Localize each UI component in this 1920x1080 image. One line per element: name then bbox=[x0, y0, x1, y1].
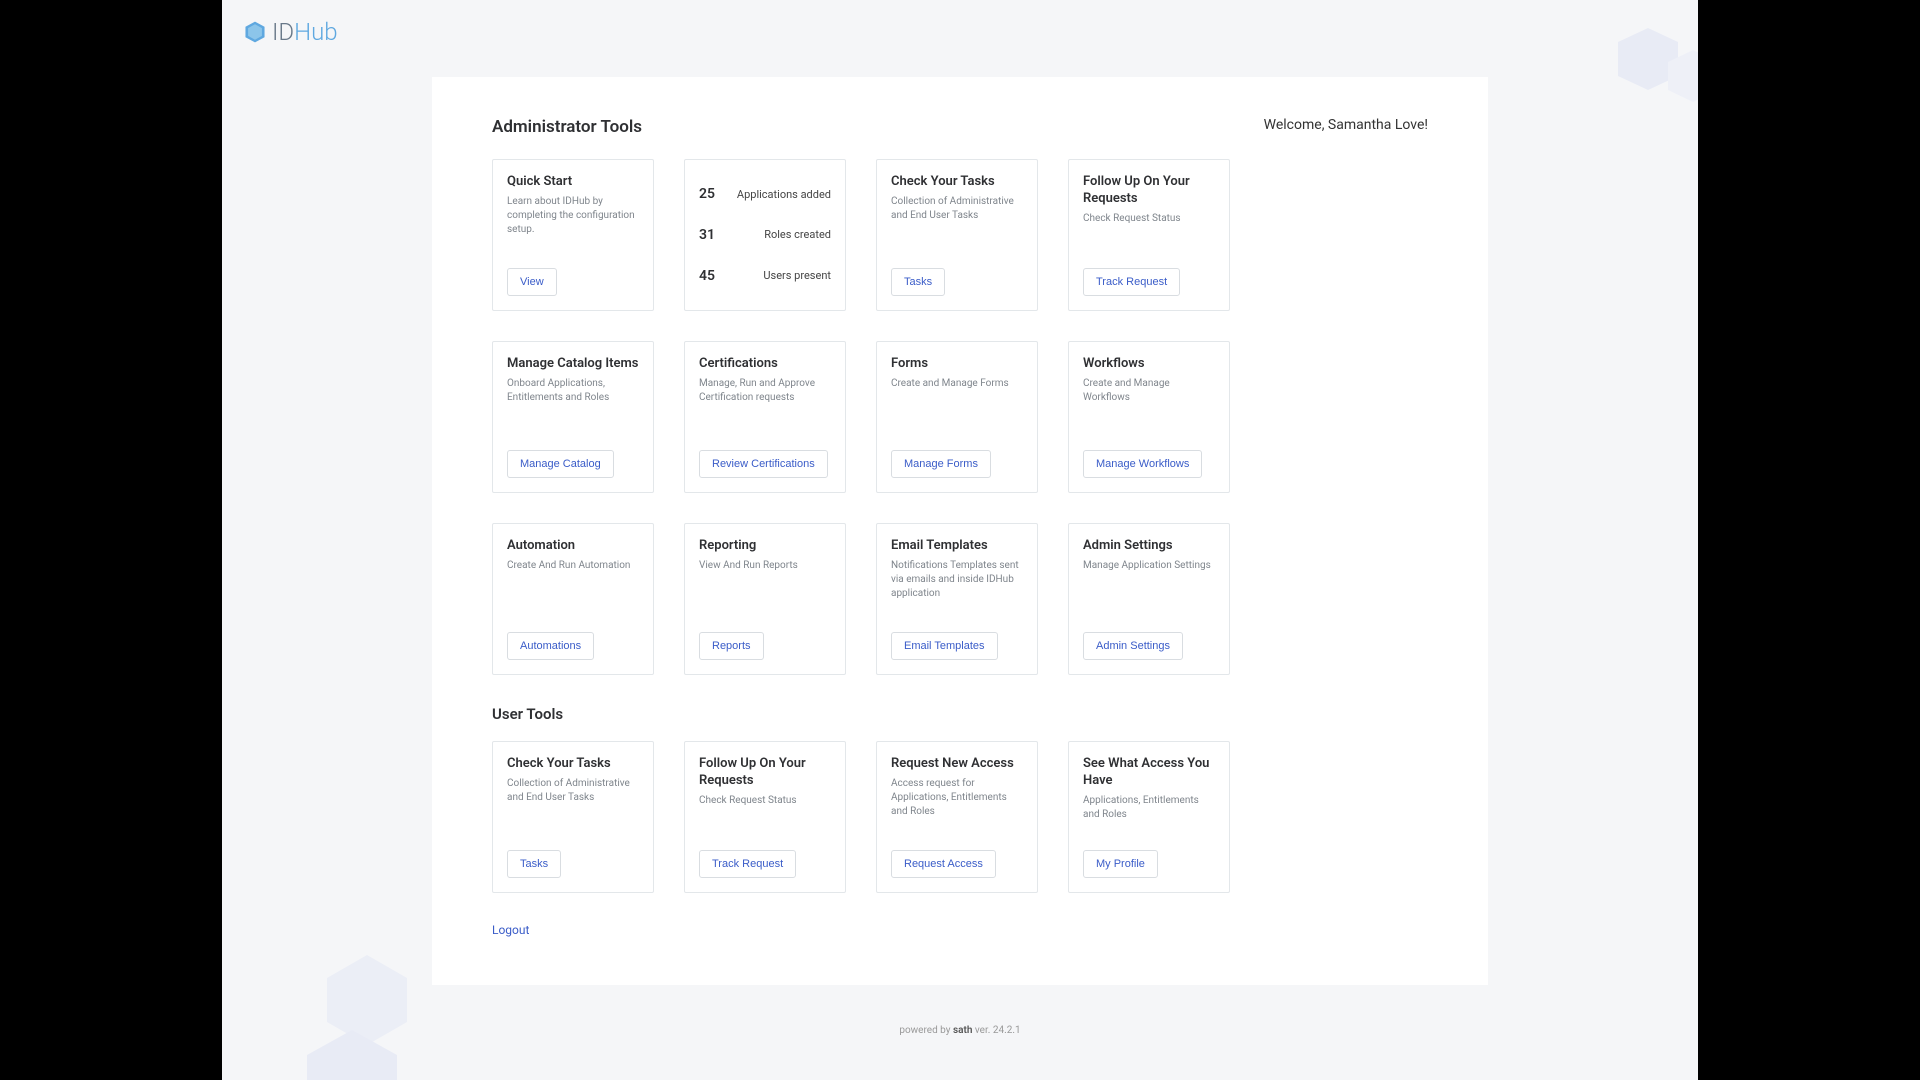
automation-card: Automation Create And Run Automation Aut… bbox=[492, 523, 654, 675]
welcome-text: Welcome, Samantha Love! bbox=[1264, 117, 1428, 133]
tasks-button[interactable]: Tasks bbox=[891, 268, 945, 296]
user-check-tasks-card: Check Your Tasks Collection of Administr… bbox=[492, 741, 654, 893]
card-desc: View And Run Reports bbox=[699, 559, 831, 624]
workflows-card: Workflows Create and Manage Workflows Ma… bbox=[1068, 341, 1230, 493]
admin-cards-grid: Quick Start Learn about IDHub by complet… bbox=[492, 159, 1428, 675]
card-title: Quick Start bbox=[507, 174, 639, 191]
request-access-card: Request New Access Access request for Ap… bbox=[876, 741, 1038, 893]
card-title: Certifications bbox=[699, 356, 831, 373]
card-desc: Manage Application Settings bbox=[1083, 559, 1215, 624]
card-desc: Create and Manage Workflows bbox=[1083, 377, 1215, 442]
footer-brand: sath bbox=[953, 1025, 972, 1036]
check-tasks-card: Check Your Tasks Collection of Administr… bbox=[876, 159, 1038, 311]
card-title: Request New Access bbox=[891, 756, 1023, 773]
card-title: Follow Up On Your Requests bbox=[1083, 174, 1215, 208]
card-desc: Learn about IDHub by completing the conf… bbox=[507, 195, 639, 260]
request-access-button[interactable]: Request Access bbox=[891, 850, 996, 878]
card-desc: Create and Manage Forms bbox=[891, 377, 1023, 442]
track-request-button[interactable]: Track Request bbox=[699, 850, 796, 878]
card-desc: Collection of Administrative and End Use… bbox=[507, 777, 639, 842]
card-title: Forms bbox=[891, 356, 1023, 373]
automations-button[interactable]: Automations bbox=[507, 632, 594, 660]
card-desc: Onboard Applications, Entitlements and R… bbox=[507, 377, 639, 442]
stat-label: Users present bbox=[763, 269, 831, 282]
reports-button[interactable]: Reports bbox=[699, 632, 764, 660]
logo: IDHub bbox=[242, 18, 338, 46]
user-follow-up-card: Follow Up On Your Requests Check Request… bbox=[684, 741, 846, 893]
stat-row: 31 Roles created bbox=[699, 227, 831, 243]
admin-settings-button[interactable]: Admin Settings bbox=[1083, 632, 1183, 660]
view-button[interactable]: View bbox=[507, 268, 557, 296]
card-title: Check Your Tasks bbox=[507, 756, 639, 773]
card-desc: Collection of Administrative and End Use… bbox=[891, 195, 1023, 260]
manage-workflows-button[interactable]: Manage Workflows bbox=[1083, 450, 1202, 478]
card-title: Workflows bbox=[1083, 356, 1215, 373]
page-title: Administrator Tools bbox=[492, 117, 642, 137]
email-templates-card: Email Templates Notifications Templates … bbox=[876, 523, 1038, 675]
stat-label: Roles created bbox=[764, 228, 831, 241]
card-desc: Access request for Applications, Entitle… bbox=[891, 777, 1023, 842]
card-desc: Create And Run Automation bbox=[507, 559, 639, 624]
stat-label: Applications added bbox=[737, 188, 831, 201]
user-tools-title: User Tools bbox=[492, 705, 1428, 723]
decorative-hex-icon bbox=[1608, 20, 1698, 140]
user-cards-grid: Check Your Tasks Collection of Administr… bbox=[492, 741, 1428, 893]
review-certifications-button[interactable]: Review Certifications bbox=[699, 450, 828, 478]
quick-start-card: Quick Start Learn about IDHub by complet… bbox=[492, 159, 654, 311]
logo-text-id: ID bbox=[272, 18, 294, 46]
manage-forms-button[interactable]: Manage Forms bbox=[891, 450, 991, 478]
tasks-button[interactable]: Tasks bbox=[507, 850, 561, 878]
stat-value: 45 bbox=[699, 268, 715, 284]
track-request-button[interactable]: Track Request bbox=[1083, 268, 1180, 296]
card-desc: Check Request Status bbox=[1083, 212, 1215, 260]
card-desc: Applications, Entitlements and Roles bbox=[1083, 794, 1215, 842]
card-title: Manage Catalog Items bbox=[507, 356, 639, 373]
card-title: Email Templates bbox=[891, 538, 1023, 555]
footer-powered: powered by bbox=[899, 1025, 953, 1036]
manage-catalog-card: Manage Catalog Items Onboard Application… bbox=[492, 341, 654, 493]
stat-row: 45 Users present bbox=[699, 268, 831, 284]
stats-card: 25 Applications added 31 Roles created 4… bbox=[684, 159, 846, 311]
certifications-card: Certifications Manage, Run and Approve C… bbox=[684, 341, 846, 493]
stat-value: 31 bbox=[699, 227, 715, 243]
reporting-card: Reporting View And Run Reports Reports bbox=[684, 523, 846, 675]
logo-hex-icon bbox=[242, 19, 268, 45]
card-desc: Notifications Templates sent via emails … bbox=[891, 559, 1023, 624]
stat-row: 25 Applications added bbox=[699, 186, 831, 202]
card-title: Check Your Tasks bbox=[891, 174, 1023, 191]
manage-catalog-button[interactable]: Manage Catalog bbox=[507, 450, 614, 478]
stat-value: 25 bbox=[699, 186, 715, 202]
card-title: Admin Settings bbox=[1083, 538, 1215, 555]
card-title: Follow Up On Your Requests bbox=[699, 756, 831, 790]
admin-settings-card: Admin Settings Manage Application Settin… bbox=[1068, 523, 1230, 675]
footer-version: ver. 24.2.1 bbox=[972, 1025, 1020, 1036]
card-desc: Manage, Run and Approve Certification re… bbox=[699, 377, 831, 442]
forms-card: Forms Create and Manage Forms Manage For… bbox=[876, 341, 1038, 493]
my-profile-button[interactable]: My Profile bbox=[1083, 850, 1158, 878]
logo-text-hub: Hub bbox=[294, 18, 338, 46]
card-title: Reporting bbox=[699, 538, 831, 555]
card-desc: Check Request Status bbox=[699, 794, 831, 842]
card-title: Automation bbox=[507, 538, 639, 555]
my-profile-card: See What Access You Have Applications, E… bbox=[1068, 741, 1230, 893]
email-templates-button[interactable]: Email Templates bbox=[891, 632, 998, 660]
card-title: See What Access You Have bbox=[1083, 756, 1215, 790]
follow-up-card: Follow Up On Your Requests Check Request… bbox=[1068, 159, 1230, 311]
logout-link[interactable]: Logout bbox=[492, 923, 1428, 937]
